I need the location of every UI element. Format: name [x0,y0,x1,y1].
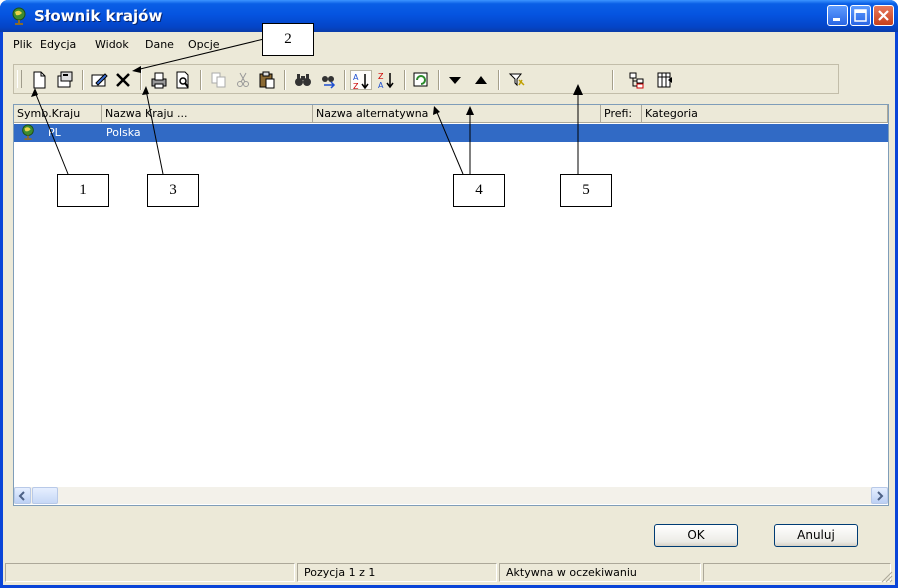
refresh-button[interactable] [410,70,432,90]
print-preview-icon [176,71,189,89]
callout-5: 5 [560,174,612,207]
columns-icon [657,72,672,88]
move-up-button[interactable] [470,70,492,90]
move-down-icon [449,77,461,84]
move-down-button[interactable] [444,70,466,90]
find-button[interactable] [292,70,314,90]
callout-2: 2 [262,23,314,56]
grid-header: Symb.Kraju Nazwa Kraju ... Nazwa alterna… [14,105,888,123]
tree-icon [629,72,644,89]
scroll-thumb[interactable] [32,487,58,504]
minimize-button[interactable] [827,5,848,26]
new-icon [33,71,46,89]
svg-text:Z: Z [353,82,359,90]
toolbar-separator [82,70,84,90]
cell-symbol: PL [48,126,61,139]
column-header-alt-name[interactable]: Nazwa alternatywna [313,105,601,123]
maximize-button[interactable] [850,5,871,26]
window: Słownik krajów Plik Edycja Widok Dane Op… [0,0,898,588]
delete-button[interactable] [112,70,134,90]
paste-icon [259,71,275,89]
ok-button[interactable]: OK [654,524,738,547]
toolbar-separator [344,70,346,90]
cut-icon [237,72,249,87]
find-icon [295,74,311,86]
edit-icon [91,73,108,87]
globe-icon [22,124,34,140]
status-panel-empty [703,563,891,582]
status-position: Pozycja 1 z 1 [297,563,497,582]
copy-icon [211,72,226,88]
cut-button[interactable] [232,70,254,90]
properties-button[interactable] [54,70,76,90]
svg-text:A: A [378,81,384,89]
svg-text:A: A [353,73,359,82]
sort-asc-button[interactable]: AZ [350,70,372,90]
minimize-icon [833,18,840,21]
menu-dane[interactable]: Dane [145,38,174,51]
column-header-name[interactable]: Nazwa Kraju ... [102,105,313,123]
find-next-button[interactable] [318,70,340,90]
toolbar-separator [612,70,614,90]
filter-icon [508,73,525,87]
print-button[interactable] [148,70,170,90]
callout-4: 4 [453,174,505,207]
column-header-prefix[interactable]: Prefi: [601,105,642,123]
toolbar-separator [438,70,440,90]
column-header-category[interactable]: Kategoria [642,105,888,123]
toolbar-separator [200,70,202,90]
toolbar: AZ ZA [13,64,839,94]
toolbar-grip[interactable] [17,70,22,88]
move-up-icon [475,76,487,84]
delete-icon [116,73,130,87]
copy-button[interactable] [208,70,230,90]
menu-plik[interactable]: Plik [13,38,32,51]
chevron-right-icon [877,491,884,501]
close-icon [878,10,889,21]
cell-name: Polska [106,126,141,139]
resize-grip-icon[interactable] [881,571,893,583]
cancel-button[interactable]: Anuluj [774,524,858,547]
refresh-icon [413,72,428,87]
status-state: Aktywna w oczekiwaniu [499,563,701,582]
properties-icon [57,71,73,88]
toolbar-separator [498,70,500,90]
callout-1: 1 [57,174,109,207]
globe-icon [12,7,26,25]
paste-button[interactable] [256,70,278,90]
title-bar[interactable]: Słownik krajów [0,0,898,32]
toolbar-separator [140,70,142,90]
menu-widok[interactable]: Widok [95,38,129,51]
menu-opcje[interactable]: Opcje [188,38,220,51]
new-button[interactable] [28,70,50,90]
maximize-icon [854,9,867,22]
horizontal-scrollbar[interactable] [14,487,888,504]
callout-3: 3 [147,174,199,207]
status-panel-empty [5,563,295,582]
filter-button[interactable] [506,70,528,90]
sort-desc-button[interactable]: ZA [376,70,398,90]
close-button[interactable] [873,5,894,26]
svg-text:Z: Z [378,72,384,81]
scroll-right-button[interactable] [871,487,888,504]
chevron-left-icon [18,491,25,501]
window-title: Słownik krajów [34,7,163,25]
edit-button[interactable] [88,70,110,90]
sort-desc-icon: ZA [378,72,394,89]
table-row[interactable]: PL Polska [14,124,888,142]
status-bar: Pozycja 1 z 1 Aktywna w oczekiwaniu [3,559,895,585]
toolbar-separator [284,70,286,90]
column-header-symbol[interactable]: Symb.Kraju [14,105,102,123]
columns-button[interactable] [654,70,676,90]
toolbar-separator [404,70,406,90]
menu-edycja[interactable]: Edycja [40,38,76,51]
print-icon [151,72,167,89]
countries-grid[interactable]: Symb.Kraju Nazwa Kraju ... Nazwa alterna… [13,104,889,506]
find-next-icon [322,76,336,89]
sort-asc-icon: AZ [353,73,369,90]
tree-button[interactable] [626,70,648,90]
print-preview-button[interactable] [172,70,194,90]
scroll-left-button[interactable] [14,487,31,504]
